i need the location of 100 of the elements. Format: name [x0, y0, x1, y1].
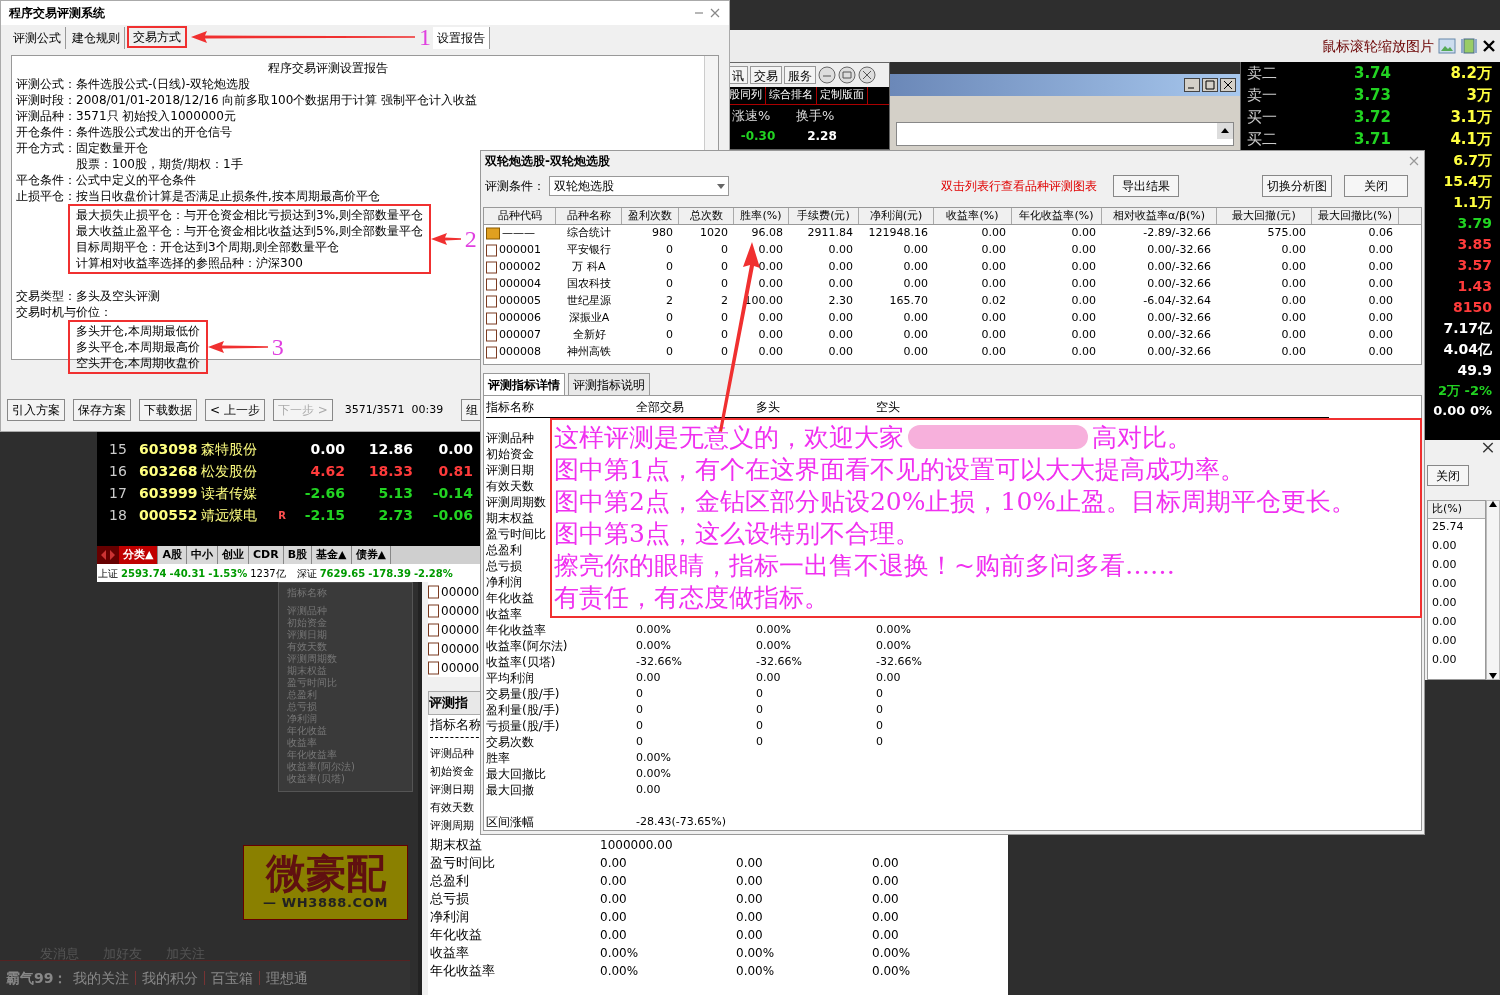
table-cell-text: 0.00: [872, 855, 900, 872]
quote-row[interactable]: 18 000552 靖远煤电 R -2.15 2.73 -0.06: [97, 504, 480, 526]
table-row[interactable]: 000004 国农科技 0 0 0.00 0.00 0.00 0.00 0.00 0.00/-32.66 0.00 0.00: [484, 276, 1421, 293]
table-cell-text: 0.00: [1070, 225, 1097, 242]
column-header[interactable]: 总次数: [679, 208, 734, 224]
dropdown[interactable]: 双轮炮选股: [549, 176, 729, 196]
scroll-up-icon[interactable]: [1489, 501, 1497, 507]
close-icon[interactable]: [1482, 442, 1494, 454]
quote-row[interactable]: 17 603999 读者传媒 -2.66 5.13 -0.14: [97, 482, 480, 504]
document-icon: [486, 278, 497, 291]
tab[interactable]: 评测指标说明: [568, 373, 650, 395]
window-controls-icon[interactable]: [818, 66, 878, 84]
category-tab[interactable]: 分类▲: [119, 546, 159, 564]
annotation-text: 高对比。: [1092, 424, 1192, 450]
category-tab[interactable]: A股: [158, 546, 187, 564]
document-icon: [486, 346, 497, 359]
tab[interactable]: 定制版面: [817, 87, 868, 104]
column-header[interactable]: 最大回撤比(%): [1312, 208, 1399, 224]
category-tab[interactable]: 债券▲: [351, 546, 391, 564]
table-cell-text: 评测品种: [486, 430, 534, 447]
table-cell-text: 总亏损: [430, 890, 470, 909]
category-tab[interactable]: 中小: [187, 546, 218, 564]
table-row[interactable]: 000001 平安银行 0 0 0.00 0.00 0.00 0.00 0.00 0.00/-32.66 0.00 0.00: [484, 242, 1421, 259]
table-row[interactable]: 000008 神州高铁 0 0 0.00 0.00 0.00 0.00 0.00 0.00/-32.66 0.00 0.00: [484, 344, 1421, 361]
footer-link[interactable]: 百宝箱: [211, 967, 254, 989]
report-heading: 程序交易评测设置报告: [268, 60, 388, 76]
column-header[interactable]: 净利润(元): [859, 208, 934, 224]
tab[interactable]: 交易方式: [127, 26, 187, 48]
button[interactable]: < 上一步: [205, 399, 265, 421]
column-header[interactable]: 年化收益率(%): [1012, 208, 1102, 224]
category-tab[interactable]: B股: [283, 546, 313, 564]
table-row[interactable]: 000002 万 科A 0 0 0.00 0.00 0.00 0.00 0.00 0.00/-32.66 0.00 0.00: [484, 259, 1421, 276]
table-cell-text: 5.13: [377, 483, 413, 503]
table-cell-text: -0.30: [739, 128, 777, 145]
button[interactable]: 引入方案: [7, 399, 65, 421]
table-cell-text: 0.00%: [872, 945, 912, 962]
column-header[interactable]: 品种代码: [484, 208, 556, 224]
table-cell-text: 平均利润: [486, 670, 535, 687]
table-cell: 000007: [499, 327, 541, 344]
button[interactable]: 讯: [728, 66, 748, 84]
maximize-icon[interactable]: [1202, 78, 1218, 92]
column-header[interactable]: 胜率(%): [734, 208, 789, 224]
button[interactable]: 保存方案: [73, 399, 131, 421]
tab[interactable]: 综合排名: [766, 87, 817, 104]
footer-link[interactable]: 理想通: [266, 967, 309, 989]
button[interactable]: 下载数据: [139, 399, 197, 421]
table-cell-text: 00000: [441, 602, 480, 620]
column-header[interactable]: 手续费(元): [789, 208, 859, 224]
table-cell-text: 0: [665, 276, 674, 293]
close-icon[interactable]: [1482, 39, 1496, 53]
table-cell-text: 0.00%: [636, 765, 672, 782]
report-label: 交易类型：: [16, 288, 76, 304]
table-cell-text: 0: [665, 310, 674, 327]
button[interactable]: 交易: [750, 66, 782, 84]
report-text: 固定数量开仓: [76, 140, 148, 156]
column-header[interactable]: 品种名称: [556, 208, 622, 224]
column-header[interactable]: 盈利次数: [622, 208, 679, 224]
table-cell-text: 2: [720, 293, 729, 310]
table-cell-text: 0.00%: [736, 963, 776, 980]
category-tab[interactable]: CDR: [249, 546, 284, 564]
table-row[interactable]: 000006 深振业A 0 0 0.00 0.00 0.00 0.00 0.00 0.00/-32.66 0.00 0.00: [484, 310, 1421, 327]
table-cell-text: 2911.84: [806, 225, 854, 242]
footer-link[interactable]: 我的关注: [73, 967, 130, 989]
table-cell-text: 净利润: [430, 908, 470, 927]
footer-link[interactable]: 我的积分: [142, 967, 199, 989]
table-cell-text: 0.00: [827, 327, 854, 344]
index-name: 深证: [296, 566, 317, 581]
column-header[interactable]: 最大回撤(元): [1217, 208, 1312, 224]
quote-row[interactable]: 15 603098 森特股份 0.00 12.86 0.00: [97, 438, 480, 460]
table-cell-text: 0.00: [757, 259, 784, 276]
tab[interactable]: 设置报告: [433, 27, 490, 49]
button[interactable]: 导出结果: [1113, 175, 1179, 197]
table-row[interactable]: 000007 全新好 0 0 0.00 0.00 0.00 0.00 0.00 0.00/-32.66 0.00 0.00: [484, 327, 1421, 344]
minimize-icon[interactable]: [1184, 78, 1200, 92]
index-value: 7629.65: [319, 566, 366, 581]
quote-row[interactable]: 16 603268 松发股份 4.62 18.33 0.81: [97, 460, 480, 482]
table-cell-text: 0.00: [1070, 259, 1097, 276]
table-cell: 000001: [499, 242, 541, 259]
tab[interactable]: 建仓规则: [68, 27, 125, 49]
scroll-down-icon[interactable]: [1489, 673, 1497, 679]
quote-value: 0.00 0%: [1433, 402, 1492, 420]
category-tab[interactable]: 基金▲: [312, 546, 352, 564]
table-cell-text: 0.00: [1280, 293, 1307, 310]
button[interactable]: 切换分析图: [1262, 175, 1332, 197]
scroll-arrows-icon[interactable]: [97, 546, 119, 564]
table-cell-text: 2: [665, 293, 674, 310]
table-cell-text: 0.00: [736, 855, 764, 872]
button[interactable]: 关闭: [1344, 175, 1408, 197]
tab[interactable]: 评测指标详情: [483, 373, 565, 395]
column-header[interactable]: 收益率(%): [934, 208, 1012, 224]
order-price: 3.74: [1353, 62, 1391, 84]
close-icon[interactable]: [1220, 78, 1236, 92]
index-change: -40.31: [169, 566, 206, 581]
button[interactable]: 服务: [784, 66, 816, 84]
column-header[interactable]: 相对收益率α/β(%): [1102, 208, 1217, 224]
category-tab[interactable]: 创业: [218, 546, 249, 564]
button[interactable]: 关闭: [1427, 465, 1469, 486]
table-cell-text: 165.70: [888, 293, 929, 310]
scroll-up-icon[interactable]: [1217, 123, 1233, 139]
table-row[interactable]: ——— 综合统计 980 1020 96.08 2911.84 121948.16 0.00 0.00 -2.89/-32.66 575.00 0.06: [484, 225, 1421, 242]
